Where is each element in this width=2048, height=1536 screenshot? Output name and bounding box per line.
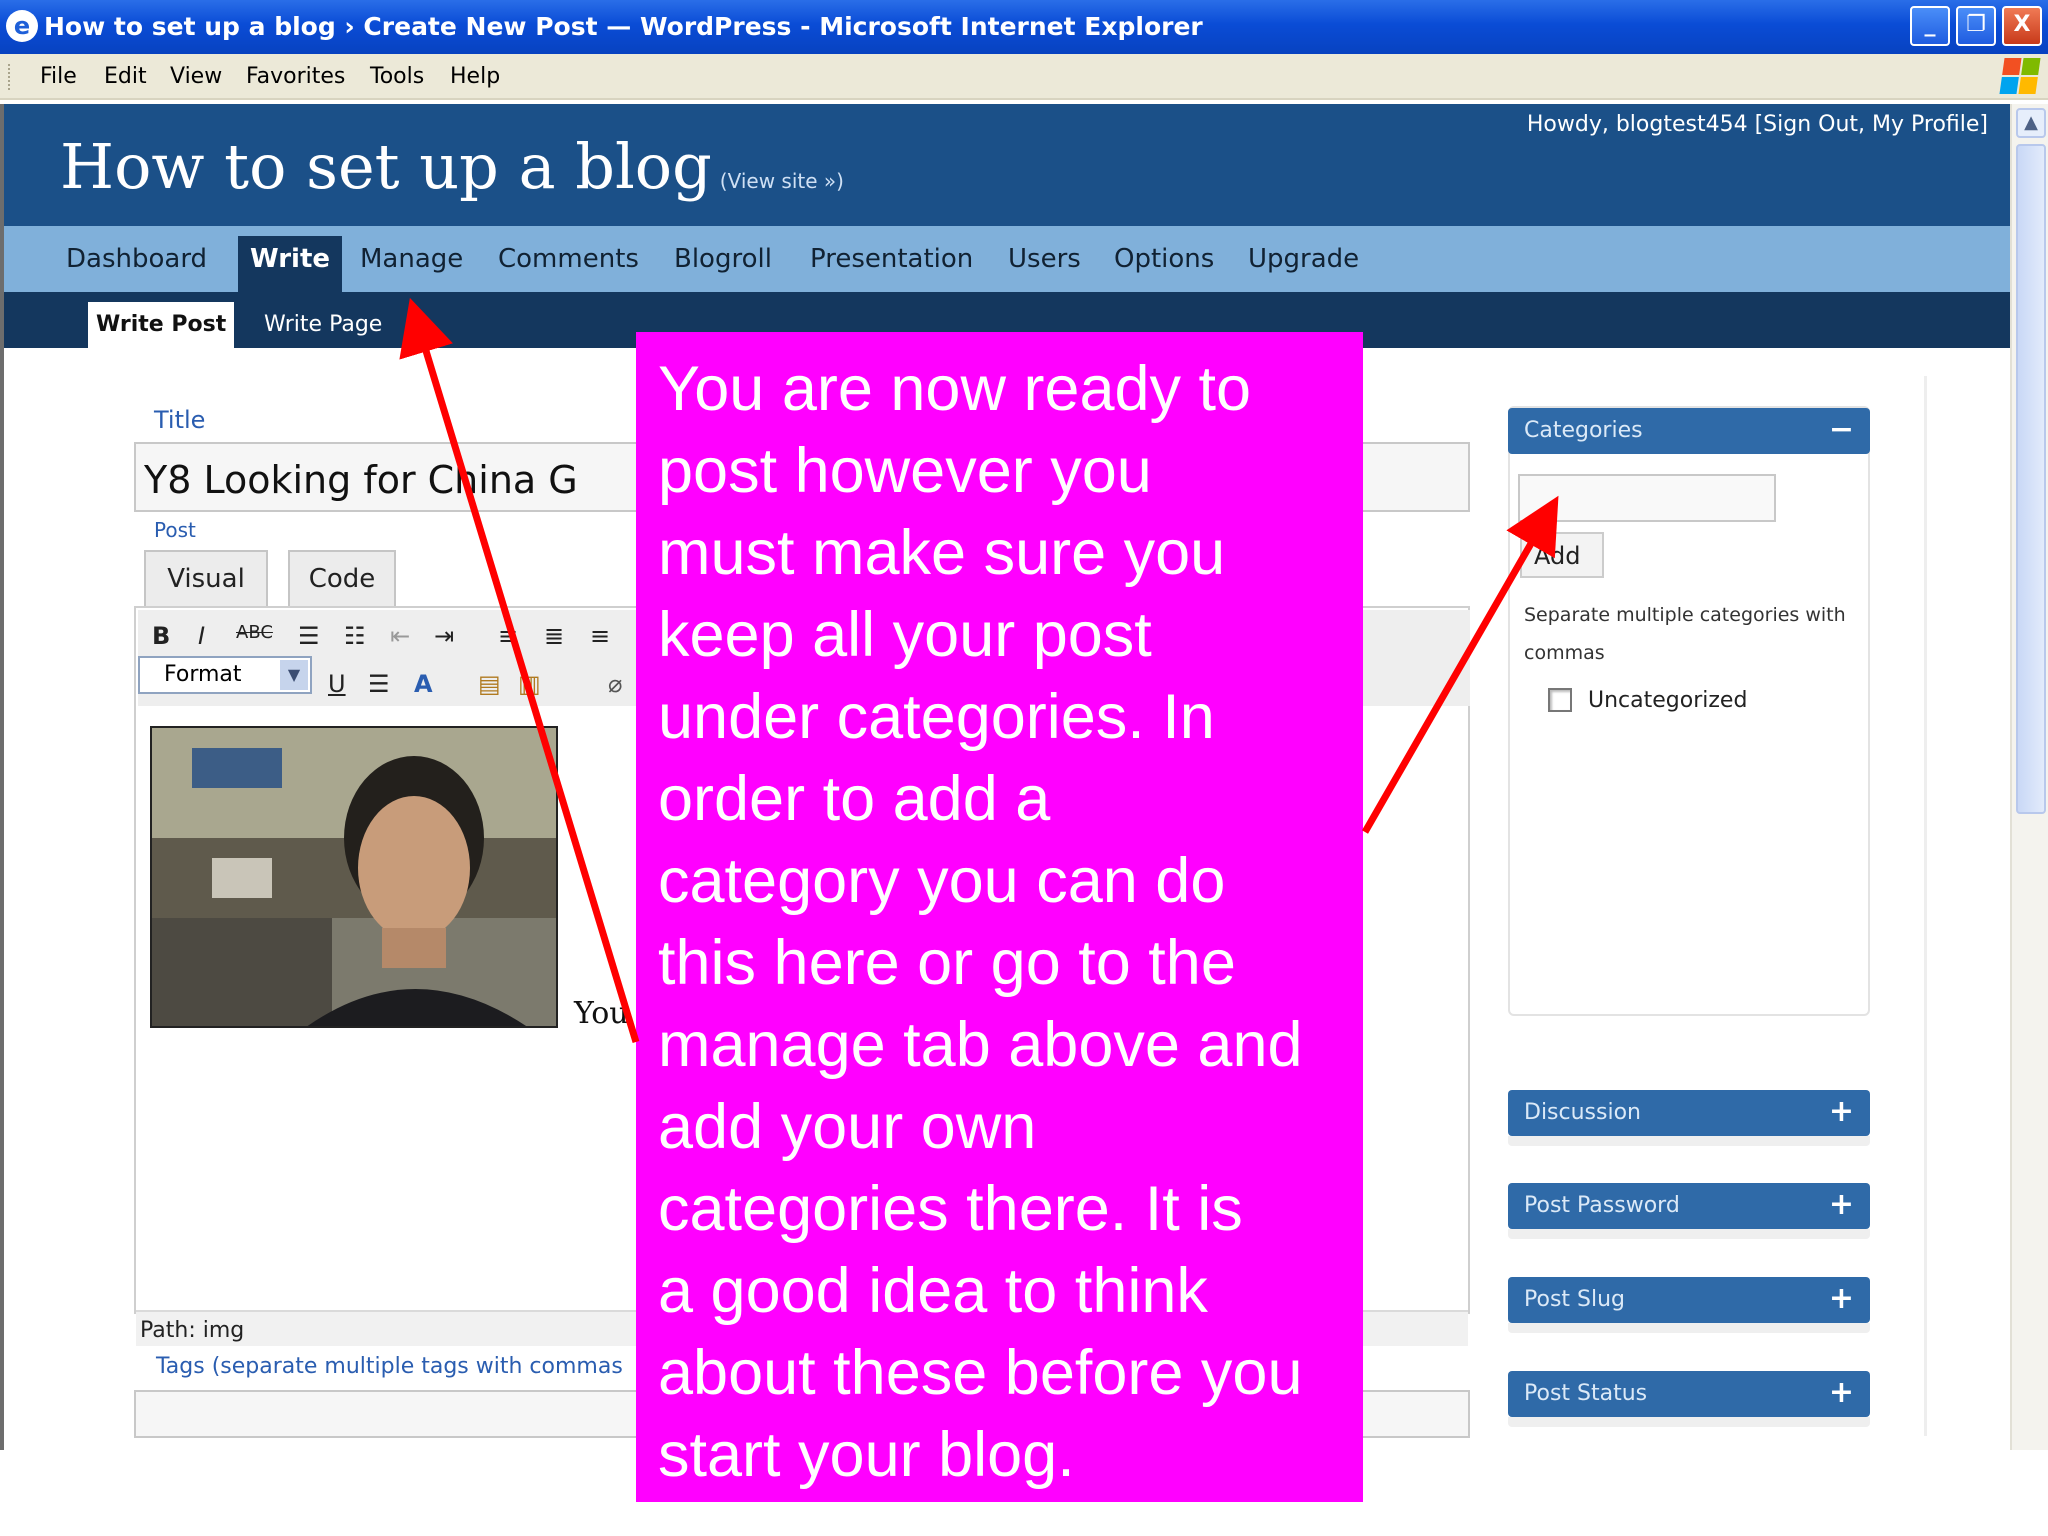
menu-options[interactable]: Options [1114,244,1214,274]
menu-view[interactable]: View [170,64,222,89]
paste-word-icon[interactable]: ▥ [518,670,541,698]
remove-format-icon[interactable]: ⌀ [608,670,622,698]
expand-icon[interactable]: + [1829,1187,1854,1222]
vertical-scrollbar[interactable]: ▲ [2010,104,2048,1450]
uncategorized-checkbox[interactable] [1548,688,1572,712]
categories-header[interactable]: Categories − [1508,408,1870,454]
category-hint: Separate multiple categories with commas [1524,604,1846,664]
underline-icon[interactable]: U [328,670,346,698]
expand-icon[interactable]: + [1829,1094,1854,1129]
content-divider [1924,376,1927,1436]
justify-icon[interactable]: ☰ [368,670,390,698]
editor-body-text: You [574,996,629,1031]
menu-tools[interactable]: Tools [370,64,424,89]
menu-edit[interactable]: Edit [104,64,147,89]
numbered-list-icon[interactable]: ☷ [344,622,366,650]
wp-header: How to set up a blog (View site ») Howdy,… [4,104,2010,226]
text-color-icon[interactable]: A [414,670,433,698]
menu-manage[interactable]: Manage [360,244,463,274]
menu-favorites[interactable]: Favorites [246,64,345,89]
strikethrough-icon[interactable]: ABC [236,622,273,643]
tags-label: Tags (separate multiple tags with commas [156,1354,623,1379]
outdent-icon[interactable]: ⇤ [390,622,410,650]
internet-explorer-icon: e [6,10,38,42]
user-bar[interactable]: Howdy, blogtest454 [Sign Out, My Profile… [1527,112,1988,137]
admin-menu: Dashboard Write Manage Comments Blogroll… [4,226,2010,292]
post-status-panel[interactable]: Post Status + [1508,1371,1870,1417]
tab-code[interactable]: Code [288,550,396,606]
menu-write[interactable]: Write [238,236,343,292]
bullet-list-icon[interactable]: ☰ [298,622,320,650]
menu-presentation[interactable]: Presentation [810,244,973,274]
post-status-title: Post Status [1524,1381,1648,1406]
format-select[interactable]: Format ▼ [138,656,312,694]
view-site-link[interactable]: (View site ») [720,169,844,193]
minimize-button[interactable]: _ [1910,6,1950,46]
post-label: Post [154,518,196,542]
bold-icon[interactable]: B [152,622,170,650]
chevron-down-icon[interactable]: ▼ [280,660,308,690]
italic-icon[interactable]: I [198,622,205,650]
paste-text-icon[interactable]: ▤ [478,670,501,698]
window-title-bar: e How to set up a blog › Create New Post… [0,0,2048,54]
categories-title: Categories [1524,418,1643,443]
title-label: Title [154,406,206,434]
portrait-photo-illustration [152,728,556,1026]
tab-visual[interactable]: Visual [144,550,268,606]
scroll-up-icon[interactable]: ▲ [2016,108,2046,138]
site-title: How to set up a blog (View site ») [60,130,844,203]
toolbar-grip[interactable] [8,64,12,90]
post-image[interactable] [150,726,558,1028]
expand-icon[interactable]: + [1829,1281,1854,1316]
ie-window: e How to set up a blog › Create New Post… [0,0,2048,1536]
discussion-title: Discussion [1524,1100,1641,1125]
uncategorized-label: Uncategorized [1588,688,1748,713]
scrollbar-thumb[interactable] [2016,144,2046,814]
discussion-panel[interactable]: Discussion + [1508,1090,1870,1136]
menu-bar: File Edit View Favorites Tools Help [0,54,2048,100]
menu-upgrade[interactable]: Upgrade [1248,244,1359,274]
indent-icon[interactable]: ⇥ [434,622,454,650]
menu-users[interactable]: Users [1008,244,1081,274]
menu-help[interactable]: Help [450,64,500,89]
annotation-text: You are now ready to post however you mu… [658,354,1303,1490]
panel-divider [1508,1323,1870,1333]
close-button[interactable]: X [2002,6,2042,46]
site-title-text: How to set up a blog [60,130,712,203]
submenu-write-page[interactable]: Write Page [256,302,390,348]
menu-dashboard[interactable]: Dashboard [66,244,207,274]
window-title: How to set up a blog › Create New Post —… [44,12,1203,41]
post-slug-title: Post Slug [1524,1287,1626,1312]
post-password-panel[interactable]: Post Password + [1508,1183,1870,1229]
format-select-value: Format [164,662,242,687]
menu-file[interactable]: File [40,64,77,89]
menu-comments[interactable]: Comments [498,244,639,274]
align-right-icon[interactable]: ≡ [590,622,610,650]
new-category-input[interactable] [1518,474,1776,522]
windows-logo-icon [1999,58,2041,94]
add-category-button[interactable]: Add [1520,532,1604,578]
menu-blogroll[interactable]: Blogroll [674,244,772,274]
panel-divider [1508,1229,1870,1239]
maximize-button[interactable]: ❐ [1956,6,1996,46]
align-center-icon[interactable]: ≣ [544,622,564,650]
panel-divider [1508,1136,1870,1146]
expand-icon[interactable]: + [1829,1375,1854,1410]
post-password-title: Post Password [1524,1193,1680,1218]
post-slug-panel[interactable]: Post Slug + [1508,1277,1870,1323]
collapse-icon[interactable]: − [1829,412,1854,447]
panel-divider [1508,1417,1870,1427]
align-left-icon[interactable]: ≡ [498,622,518,650]
submenu-write-post[interactable]: Write Post [88,302,235,348]
